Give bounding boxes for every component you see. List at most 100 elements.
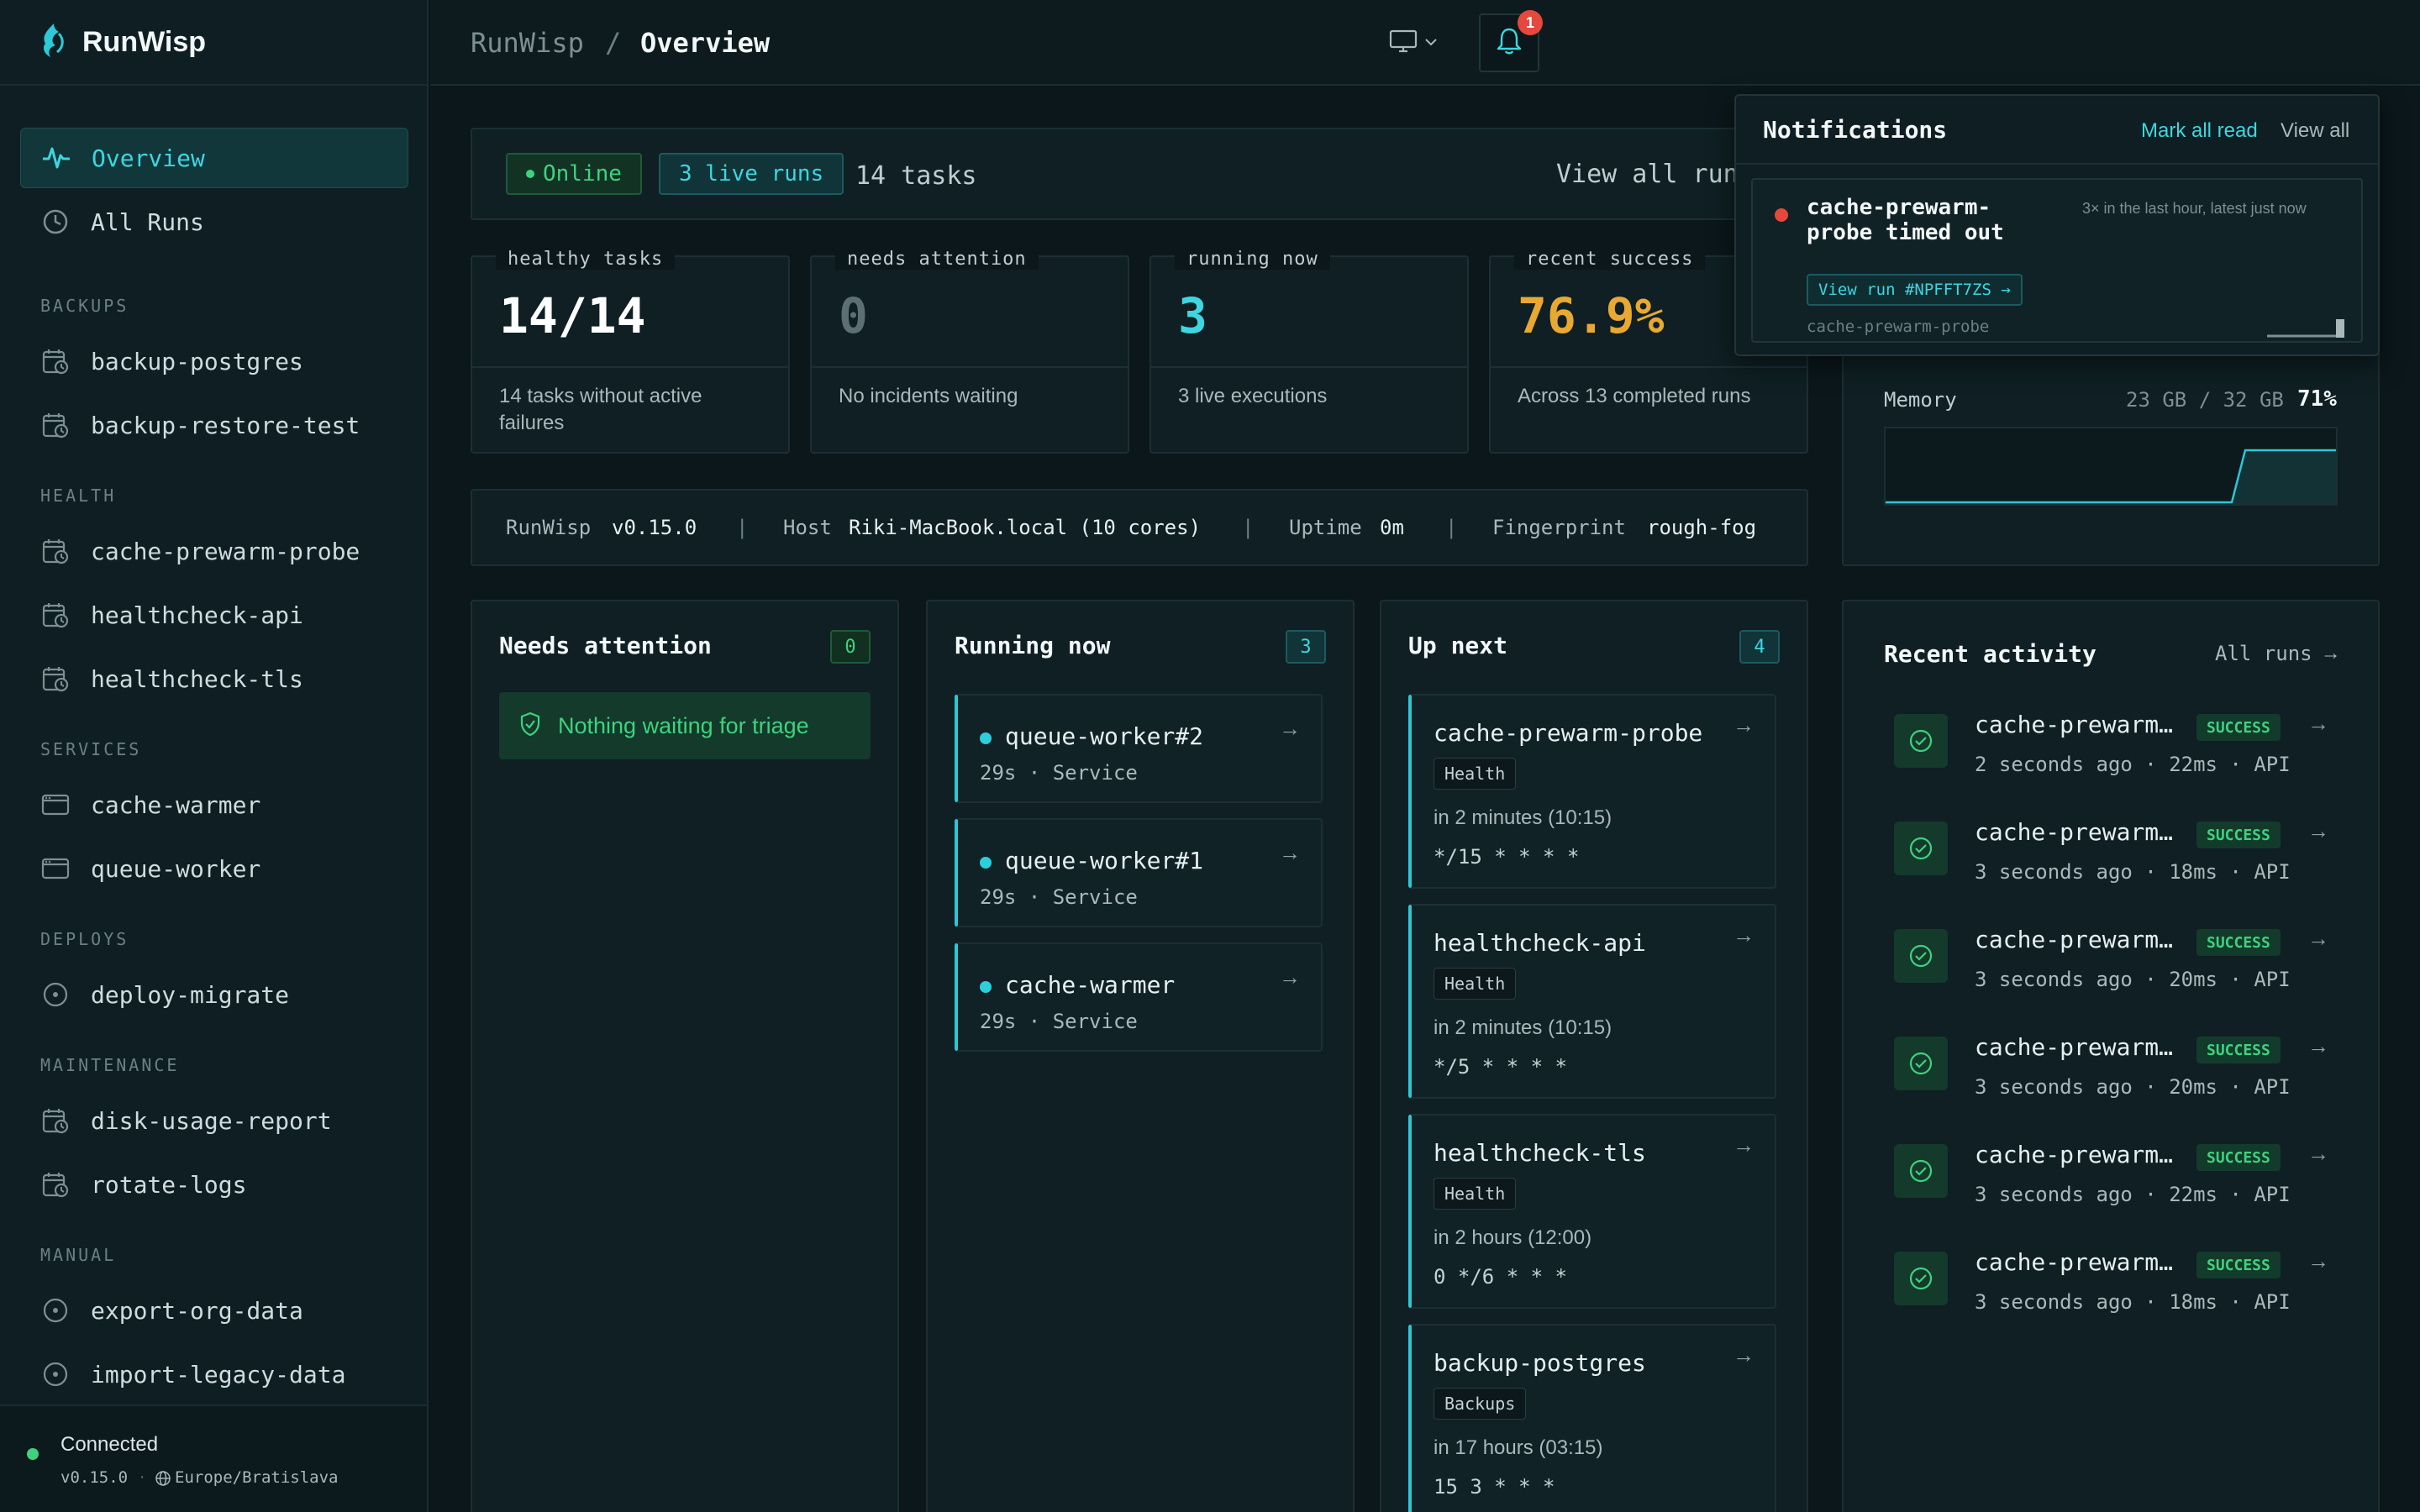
arrow-right-icon: → <box>1733 922 1754 948</box>
host-value: Riki-MacBook.local (10 cores) <box>849 516 1202 539</box>
sidebar-item-backup-restore-test[interactable]: backup-restore-test <box>20 395 408 455</box>
activity-row[interactable]: cache-prewarm-probe SUCCESS → 3 seconds … <box>1884 1137 2338 1218</box>
target-icon <box>40 1359 71 1389</box>
stat-card-needs-attention: needs attention 0 No incidents waiting <box>810 249 1129 454</box>
uptime-label: Uptime <box>1289 516 1362 539</box>
breadcrumb-root[interactable]: RunWisp <box>471 27 584 59</box>
arrow-right-icon: → <box>1733 1132 1754 1158</box>
divider <box>1151 366 1467 368</box>
sidebar-item-healthcheck-tls[interactable]: healthcheck-tls <box>20 648 408 709</box>
activity-row[interactable]: cache-prewarm-probe SUCCESS → 2 seconds … <box>1884 707 2338 788</box>
nav-label: backup-postgres <box>91 347 303 375</box>
mark-all-read-button[interactable]: Mark all read <box>2141 119 2258 143</box>
view-all-runs-link[interactable]: View all runs <box>1556 160 1754 189</box>
task-name: cache-prewarm-probe <box>1434 719 1703 747</box>
host-label: Host <box>783 516 832 539</box>
nav-all-runs[interactable]: All Runs <box>20 192 408 252</box>
activity-row[interactable]: cache-prewarm-probe SUCCESS → 3 seconds … <box>1884 1245 2338 1326</box>
nav-label: queue-worker <box>91 854 261 883</box>
sidebar-item-import-legacy-data[interactable]: import-legacy-data <box>20 1344 408 1404</box>
scheduled-item[interactable]: backup-postgres Backups in 17 hours (03:… <box>1408 1324 1776 1512</box>
nav-overview[interactable]: Overview <box>20 128 408 188</box>
needs-attention-panel: Needs attention 0 Nothing waiting for tr… <box>471 600 899 1512</box>
status-bar: Online 3 live runs 14 tasks View all run… <box>471 128 1808 220</box>
empty-state-text: Nothing waiting for triage <box>558 712 809 738</box>
arrow-right-icon: → <box>2307 818 2329 843</box>
info-divider: | <box>736 516 749 539</box>
view-all-notifications-link[interactable]: View all <box>2281 119 2349 143</box>
arrow-right-icon: → <box>2307 1033 2329 1058</box>
cron-expression: */5 * * * * <box>1434 1055 1567 1079</box>
task-name: healthcheck-tls <box>1434 1139 1646 1167</box>
panel-title: Recent activity <box>1884 640 2096 668</box>
monitor-icon <box>1389 29 1418 58</box>
run-name: queue-worker#2 <box>1005 722 1204 750</box>
sidebar-item-rotate-logs[interactable]: rotate-logs <box>20 1154 408 1215</box>
nav-label: All Runs <box>91 207 204 236</box>
bell-icon <box>1495 26 1523 60</box>
status-badge: SUCCESS <box>2196 1037 2281 1063</box>
sidebar-item-healthcheck-api[interactable]: healthcheck-api <box>20 585 408 645</box>
nav-label: backup-restore-test <box>91 411 360 439</box>
stat-label: needs attention <box>835 249 1039 270</box>
notification-item[interactable]: cache-prewarm-probe timed out 3× in the … <box>1751 178 2363 343</box>
category-tag: Health <box>1434 968 1517 1000</box>
stat-description: 14 tasks without active failures <box>499 385 702 434</box>
scheduled-item[interactable]: healthcheck-api Health in 2 minutes (10:… <box>1408 904 1776 1099</box>
sidebar-item-cache-prewarm-probe[interactable]: cache-prewarm-probe <box>20 521 408 581</box>
activity-task-name: cache-prewarm-probe <box>1975 926 2185 953</box>
notifications-button[interactable]: 1 <box>1479 10 1543 72</box>
stat-description: No incidents waiting <box>839 385 1018 407</box>
brand[interactable]: RunWisp <box>0 0 427 86</box>
nav-label: cache-prewarm-probe <box>91 537 360 565</box>
activity-meta: 3 seconds ago · 18ms · API <box>1975 860 2291 884</box>
live-runs-badge[interactable]: 3 live runs <box>659 153 844 195</box>
calendar-clock-icon <box>40 346 71 376</box>
category-tag: Health <box>1434 758 1517 790</box>
arrow-right-icon: → <box>1733 712 1754 738</box>
cron-expression: 15 3 * * * <box>1434 1475 1555 1499</box>
sidebar-item-backup-postgres[interactable]: backup-postgres <box>20 331 408 391</box>
running-item[interactable]: cache-warmer 29s · Service → <box>955 942 1323 1052</box>
stat-value: 14/14 <box>499 287 646 344</box>
task-name: backup-postgres <box>1434 1349 1646 1377</box>
panel-title: Up next <box>1408 632 1508 659</box>
nav-label: healthcheck-tls <box>91 664 303 693</box>
sidebar-item-disk-usage-report[interactable]: disk-usage-report <box>20 1090 408 1151</box>
success-check-icon <box>1894 1144 1948 1198</box>
calendar-clock-icon <box>40 536 71 566</box>
category-tag: Backups <box>1434 1388 1527 1420</box>
sidebar-item-export-org-data[interactable]: export-org-data <box>20 1280 408 1341</box>
stat-value: 0 <box>839 287 868 344</box>
activity-meta: 3 seconds ago · 18ms · API <box>1975 1290 2291 1314</box>
all-runs-link[interactable]: All runs → <box>2215 642 2341 665</box>
activity-row[interactable]: cache-prewarm-probe SUCCESS → 3 seconds … <box>1884 1030 2338 1110</box>
panel-title: Running now <box>955 632 1111 659</box>
view-run-button[interactable]: View run #NPFFT7ZS → <box>1807 274 2023 306</box>
activity-row[interactable]: cache-prewarm-probe SUCCESS → 3 seconds … <box>1884 815 2338 895</box>
history-icon <box>40 207 71 237</box>
up-next-panel: Up next 4 cache-prewarm-probe Health in … <box>1380 600 1808 1512</box>
running-item[interactable]: queue-worker#1 29s · Service → <box>955 818 1323 927</box>
sidebar-item-queue-worker[interactable]: queue-worker <box>20 838 408 899</box>
run-meta: 29s · Service <box>980 885 1138 909</box>
sidebar-item-cache-warmer[interactable]: cache-warmer <box>20 774 408 835</box>
display-mode-button[interactable] <box>1381 24 1445 62</box>
section-title-backups: BACKUPS <box>40 296 129 316</box>
notification-task: cache-prewarm-probe <box>1807 318 1990 336</box>
category-tag: Health <box>1434 1178 1517 1210</box>
stat-label: recent success <box>1514 249 1706 270</box>
run-meta: 29s · Service <box>980 1010 1138 1033</box>
top-header: RunWisp / Overview 1 <box>430 0 2420 86</box>
all-runs-label: All runs <box>2215 642 2312 665</box>
sidebar-item-deploy-migrate[interactable]: deploy-migrate <box>20 964 408 1025</box>
memory-percent: 71% <box>2297 386 2337 412</box>
scheduled-item[interactable]: cache-prewarm-probe Health in 2 minutes … <box>1408 694 1776 889</box>
arrow-right-icon: → <box>1279 964 1301 990</box>
activity-row[interactable]: cache-prewarm-probe SUCCESS → 3 seconds … <box>1884 922 2338 1003</box>
success-check-icon <box>1894 1037 1948 1090</box>
running-item[interactable]: queue-worker#2 29s · Service → <box>955 694 1323 803</box>
arrow-right-icon: → <box>2307 926 2329 951</box>
scheduled-item[interactable]: healthcheck-tls Health in 2 hours (12:00… <box>1408 1114 1776 1309</box>
next-run-time: in 2 hours (12:00) <box>1434 1226 1592 1249</box>
